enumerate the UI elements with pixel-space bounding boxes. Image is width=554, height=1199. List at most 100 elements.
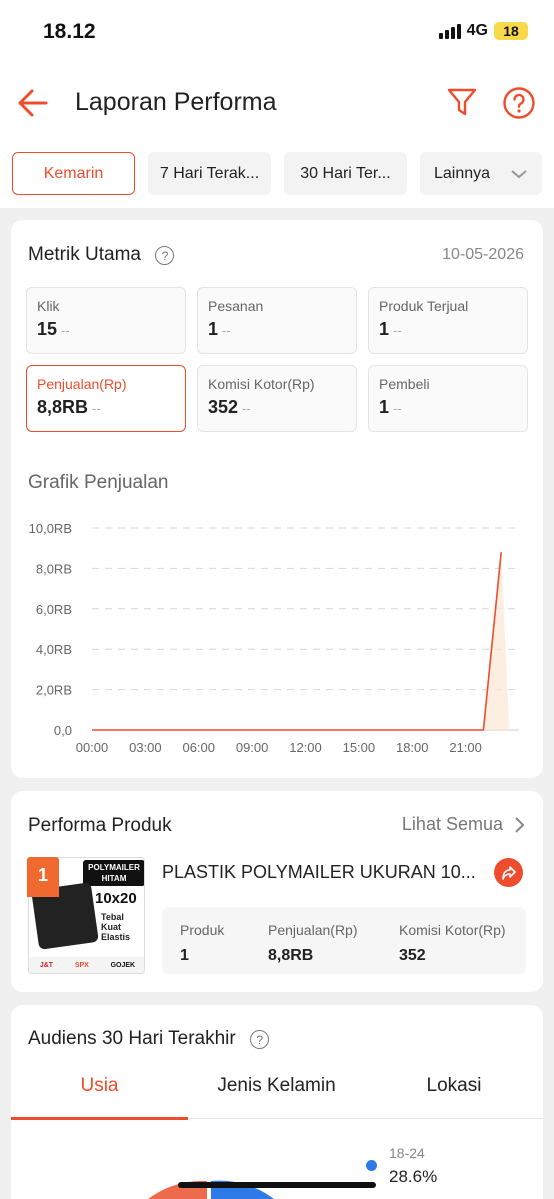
metric-value: 1 <box>379 397 390 417</box>
x-tick-label: 06:00 <box>182 740 215 755</box>
legend-label: 18-24 <box>389 1145 425 1161</box>
x-tick-label: 03:00 <box>129 740 162 755</box>
courier-spx: SPX <box>74 961 89 969</box>
tab-label: Lainnya <box>433 164 491 182</box>
see-all-label: Lihat Semua <box>401 814 503 834</box>
info-icon[interactable]: ? <box>155 246 175 266</box>
x-tick-label: 12:00 <box>289 740 322 755</box>
metric-label: Klik <box>37 298 60 314</box>
tab-lainnya-dropdown[interactable]: Lainnya <box>420 152 542 195</box>
metrics-card: Metrik Utama ? 10-05-2026 Klik 15 -- Pesa… <box>11 220 543 778</box>
signal-icon <box>438 23 461 39</box>
thumb-brand-label: POLYMAILER HITAM <box>83 860 144 886</box>
audience-title: Audiens 30 Hari Terakhir <box>28 1028 236 1049</box>
back-arrow-icon[interactable] <box>16 86 50 120</box>
page-title: Laporan Performa <box>75 88 277 116</box>
thumb-size: 10x20 <box>95 890 137 907</box>
metric-change: -- <box>393 401 402 416</box>
metric-change: -- <box>92 401 101 416</box>
metrics-header: Metrik Utama ? <box>28 244 175 266</box>
metric-penjualan[interactable]: Penjualan(Rp) 8,8RB -- <box>26 365 186 432</box>
sales-chart-svg: 10,0RB 8,0RB 6,0RB 4,0RB 2,0RB 0,0 00:00 03:00 0… <box>29 521 519 755</box>
y-tick-label: 10,0RB <box>29 521 72 536</box>
series-area <box>483 552 510 730</box>
metric-label: Pesanan <box>208 298 264 314</box>
stat-label: Produk <box>180 922 225 938</box>
tab-label: 7 Hari Terak... <box>159 164 260 182</box>
chart-title: Grafik Penjualan <box>28 472 169 493</box>
stat-value: 8,8RB <box>268 947 314 964</box>
filter-icon[interactable] <box>446 86 478 118</box>
tab-7-hari[interactable]: 7 Hari Terak... <box>148 152 271 195</box>
y-tick-label: 4,0RB <box>36 642 72 657</box>
metric-label: Pembeli <box>379 376 430 392</box>
stat-value: 352 <box>399 947 426 964</box>
active-tab-indicator <box>11 1117 188 1120</box>
rank-badge: 1 <box>27 857 59 897</box>
courier-logos: J&T SPX GOJEK <box>29 957 144 973</box>
help-icon[interactable] <box>502 86 536 120</box>
tab-label: Kemarin <box>43 164 104 182</box>
network-label: 4G <box>466 22 488 39</box>
metric-label: Komisi Kotor(Rp) <box>208 376 315 392</box>
metric-label: Penjualan(Rp) <box>37 376 127 392</box>
metric-value: 1 <box>379 319 390 339</box>
tab-lokasi[interactable]: Lokasi <box>365 1075 543 1097</box>
metric-pembeli[interactable]: Pembeli 1 -- <box>368 365 528 432</box>
thumb-features: Tebal Kuat Elastis <box>101 912 130 942</box>
status-icons: 4G 18 <box>438 22 528 40</box>
y-tick-label: 8,0RB <box>36 561 72 576</box>
y-tick-label: 6,0RB <box>36 602 72 617</box>
app-header: Laporan Performa <box>0 66 554 142</box>
x-tick-label: 00:00 <box>76 740 109 755</box>
product-name[interactable]: PLASTIK POLYMAILER UKURAN 10... <box>162 862 482 883</box>
y-tick-label: 2,0RB <box>36 683 72 698</box>
metrics-date: 10-05-2026 <box>442 246 524 263</box>
product-perf-title: Performa Produk <box>28 815 172 836</box>
metric-klik[interactable]: Klik 15 -- <box>26 287 186 354</box>
thumb-brand2: HITAM <box>101 874 127 883</box>
metric-change: -- <box>61 323 70 338</box>
metric-value: 8,8RB <box>37 397 89 417</box>
stat-label: Komisi Kotor(Rp) <box>399 922 506 938</box>
metric-change: -- <box>222 323 231 338</box>
thumb-feature: Kuat <box>101 922 121 932</box>
battery-icon: 18 <box>494 22 528 40</box>
metric-change: -- <box>393 323 402 338</box>
y-tick-label: 0,0 <box>54 723 72 738</box>
stat-label: Penjualan(Rp) <box>268 922 358 938</box>
metric-produk-terjual[interactable]: Produk Terjual 1 -- <box>368 287 528 354</box>
chevron-down-icon <box>511 169 527 178</box>
tab-usia[interactable]: Usia <box>11 1075 188 1097</box>
courier-gojek: GOJEK <box>110 961 136 969</box>
metric-value: 15 <box>37 319 58 339</box>
legend-dot <box>366 1160 377 1171</box>
status-bar: 18.12 4G 18 <box>0 0 554 66</box>
tab-kemarin[interactable]: Kemarin <box>12 152 135 195</box>
metric-komisi-kotor[interactable]: Komisi Kotor(Rp) 352 -- <box>197 365 357 432</box>
thumb-feature: Tebal <box>101 912 124 922</box>
battery-level: 18 <box>503 23 519 39</box>
tab-30-hari[interactable]: 30 Hari Ter... <box>284 152 407 195</box>
home-indicator <box>178 1182 376 1188</box>
courier-jnt: J&T <box>39 961 54 969</box>
tab-jenis-kelamin[interactable]: Jenis Kelamin <box>188 1075 365 1097</box>
legend-value: 28.6% <box>389 1167 438 1186</box>
metric-label: Produk Terjual <box>379 298 469 314</box>
share-button[interactable] <box>494 858 523 887</box>
thumb-feature: Elastis <box>101 932 131 942</box>
date-filter-tabs: Kemarin 7 Hari Terak... 30 Hari Ter... L… <box>0 142 554 208</box>
metric-pesanan[interactable]: Pesanan 1 -- <box>197 287 357 354</box>
x-tick-label: 09:00 <box>236 740 269 755</box>
status-time: 18.12 <box>43 20 96 43</box>
product-performance-card: Performa Produk Lihat Semua POLYMAILER H… <box>11 791 543 992</box>
x-tick-label: 15:00 <box>343 740 376 755</box>
audience-card: Audiens 30 Hari Terakhir ? Usia Jenis Ke… <box>11 1005 543 1199</box>
sales-chart: 10,0RB 8,0RB 6,0RB 4,0RB 2,0RB 0,0 00:00 03:00 0… <box>11 510 543 770</box>
tab-label: 30 Hari Ter... <box>300 164 391 182</box>
info-icon[interactable]: ? <box>250 1030 270 1050</box>
x-tick-label: 18:00 <box>396 740 429 755</box>
see-all-link[interactable]: Lihat Semua <box>402 814 525 835</box>
thumb-brand: POLYMAILER <box>88 863 140 872</box>
metric-value: 352 <box>208 397 239 417</box>
